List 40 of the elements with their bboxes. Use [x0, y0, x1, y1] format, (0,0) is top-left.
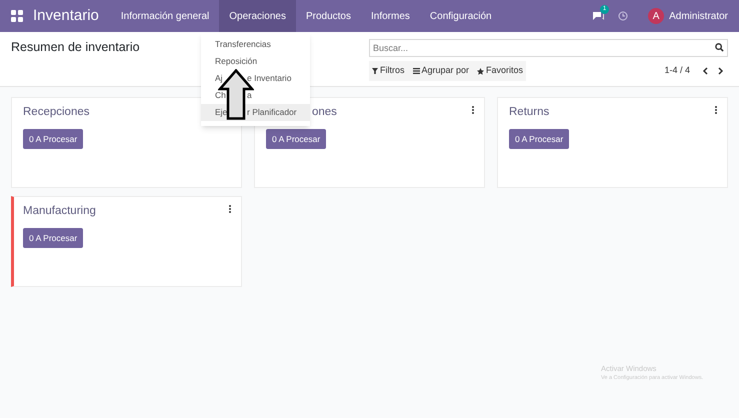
list-icon — [412, 68, 420, 74]
nav-menu-item[interactable]: Productos — [296, 0, 361, 32]
previous-icon[interactable] — [702, 67, 708, 75]
to-process-button[interactable]: 0 A Procesar — [509, 129, 570, 149]
menu-item-text: e Inventario — [247, 72, 292, 85]
user-avatar[interactable]: A — [648, 8, 664, 24]
dropdown-menu-item[interactable]: Ch a — [201, 87, 310, 104]
search-icon[interactable] — [715, 43, 724, 52]
card-title[interactable]: Manufacturing — [23, 203, 96, 219]
filter-menu-button[interactable]: Filtros — [372, 64, 404, 78]
to-process-button[interactable]: 0 A Procesar — [23, 129, 84, 149]
nav-menu-item[interactable]: Informes — [361, 0, 420, 32]
menu-item-text: a — [247, 89, 252, 102]
filter-menu-button[interactable]: Agrupar por — [412, 64, 470, 78]
chat-icon[interactable] — [592, 11, 604, 21]
star-icon — [477, 68, 484, 74]
dropdown-menu-item[interactable]: Aj e Inventario — [201, 70, 310, 87]
nav-menu-item[interactable]: Configuración — [420, 0, 502, 32]
funnel-icon — [372, 68, 378, 74]
card-title[interactable]: Returns — [509, 104, 550, 120]
app-title[interactable]: Inventario — [33, 4, 99, 28]
clock-icon[interactable] — [618, 11, 628, 21]
filter-menu-button[interactable]: Favoritos — [477, 64, 524, 78]
nav-menu-item[interactable]: Operaciones — [219, 0, 296, 32]
pager-value: 1-4 / 4 — [664, 64, 690, 78]
search-field[interactable]: Buscar... — [369, 39, 728, 57]
dropdown-menu-item[interactable]: Reposición — [201, 53, 310, 70]
next-icon[interactable] — [718, 67, 724, 75]
dropdown-menu-item[interactable]: Transferencias — [201, 36, 310, 53]
menu-item-text: Aj — [215, 72, 223, 85]
breadcrumb-title: Resumen de inventario — [11, 39, 140, 55]
user-name[interactable]: Administrator — [669, 8, 728, 24]
card-title[interactable]: ones — [312, 104, 337, 120]
to-process-button[interactable]: 0 A Procesar — [266, 129, 326, 149]
menu-item-text: r Planificador — [247, 106, 297, 119]
card-title[interactable]: Recepciones — [23, 104, 90, 120]
nav-menu-item[interactable]: Información general — [110, 0, 220, 32]
apps-menu-icon[interactable] — [11, 10, 23, 22]
menu-item-text: Ch — [215, 89, 226, 102]
to-process-button[interactable]: 0 A Procesar — [23, 228, 84, 248]
